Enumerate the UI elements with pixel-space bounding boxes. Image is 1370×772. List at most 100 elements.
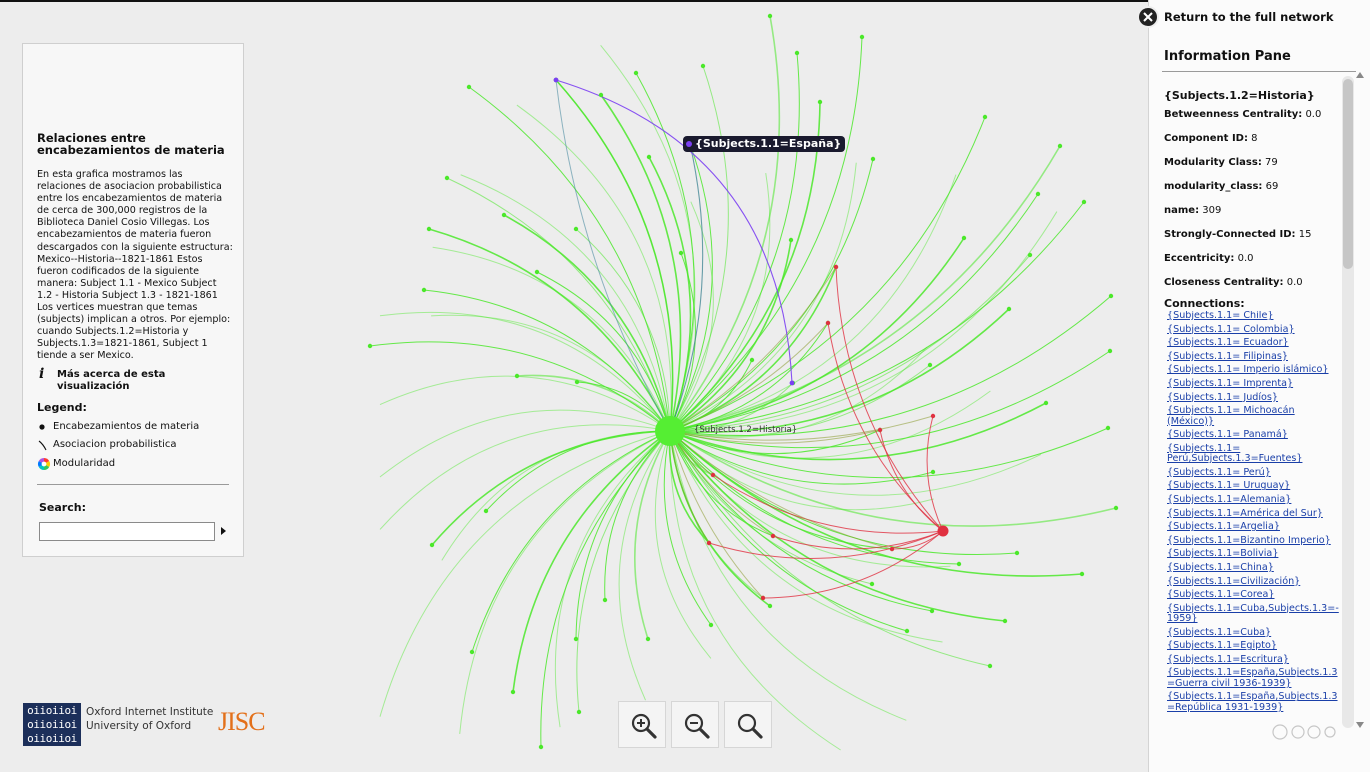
- close-button[interactable]: [1137, 6, 1159, 28]
- graph-node[interactable]: [534, 269, 540, 275]
- search-submit-arrow-icon[interactable]: [221, 527, 226, 535]
- graph-node[interactable]: [760, 595, 766, 601]
- connections-list[interactable]: {Subjects.1.1= Chile} {Subjects.1.1= Col…: [1167, 311, 1341, 731]
- connection-link[interactable]: {Subjects.1.1=Egipto}: [1167, 640, 1341, 651]
- graph-node[interactable]: [961, 235, 967, 241]
- graph-node[interactable]: [444, 175, 450, 181]
- graph-node[interactable]: [602, 597, 608, 603]
- scroll-down-icon[interactable]: [1356, 722, 1364, 728]
- connection-link[interactable]: {Subjects.1.1= Michoacán (México)}: [1167, 406, 1341, 427]
- connection-link[interactable]: {Subjects.1.1=Bolivia}: [1167, 548, 1341, 559]
- connection-link[interactable]: {Subjects.1.1= Panamá}: [1167, 429, 1341, 440]
- graph-node[interactable]: [869, 581, 875, 587]
- connection-link[interactable]: {Subjects.1.1=Cuba,Subjects.1.3=-1959}: [1167, 603, 1341, 625]
- graph-node[interactable]: [514, 373, 520, 379]
- graph-node[interactable]: [553, 77, 559, 83]
- graph-node[interactable]: [576, 709, 582, 715]
- graph-node[interactable]: [1035, 191, 1041, 197]
- connection-link[interactable]: {Subjects.1.1=Alemania}: [1167, 494, 1341, 505]
- connection-link[interactable]: {Subjects.1.1= Colombia}: [1167, 324, 1341, 335]
- connection-link[interactable]: {Subjects.1.1=España,Subjects.1.3=Repúbl…: [1167, 692, 1341, 713]
- connection-link[interactable]: {Subjects.1.1= Filipinas}: [1167, 351, 1341, 362]
- graph-node[interactable]: [426, 226, 432, 232]
- graph-node[interactable]: [510, 689, 516, 695]
- graph-node[interactable]: [930, 469, 936, 475]
- graph-node[interactable]: [633, 70, 639, 76]
- graph-node[interactable]: [794, 50, 800, 56]
- graph-node[interactable]: [889, 546, 895, 552]
- graph-node[interactable]: [1079, 571, 1085, 577]
- graph-node[interactable]: [1107, 348, 1113, 354]
- connection-link[interactable]: {Subjects.1.1=Argelia}: [1167, 521, 1341, 532]
- graph-node[interactable]: [429, 542, 435, 548]
- graph-node[interactable]: [987, 663, 993, 669]
- graph-node[interactable]: [1081, 199, 1087, 205]
- graph-node[interactable]: [573, 636, 579, 642]
- graph-node[interactable]: [678, 250, 684, 256]
- graph-node[interactable]: [1043, 400, 1049, 406]
- graph-node[interactable]: [877, 427, 883, 433]
- graph-node[interactable]: [501, 212, 507, 218]
- graph-node[interactable]: [1002, 618, 1008, 624]
- graph-node[interactable]: [859, 34, 865, 40]
- return-to-network-link[interactable]: Return to the full network: [1164, 10, 1334, 24]
- graph-node[interactable]: [1014, 550, 1020, 556]
- graph-node[interactable]: [788, 237, 794, 243]
- graph-node[interactable]: [1006, 306, 1012, 312]
- graph-node-hub-secondary[interactable]: [937, 525, 949, 537]
- connection-link[interactable]: {Subjects.1.1=Bizantino Imperio}: [1167, 535, 1341, 546]
- search-input[interactable]: [39, 522, 215, 541]
- graph-node[interactable]: [646, 154, 652, 160]
- graph-node[interactable]: [927, 362, 933, 368]
- connection-link[interactable]: {Subjects.1.1=China}: [1167, 562, 1341, 573]
- graph-node[interactable]: [706, 540, 712, 546]
- connection-link[interactable]: {Subjects.1.1= Perú}: [1167, 467, 1341, 478]
- connection-link[interactable]: {Subjects.1.1=España,Subjects.1.3=Guerra…: [1167, 668, 1341, 689]
- connection-link[interactable]: {Subjects.1.1=América del Sur}: [1167, 508, 1341, 519]
- scroll-up-icon[interactable]: [1356, 72, 1364, 78]
- graph-node[interactable]: [645, 636, 651, 642]
- graph-node[interactable]: [483, 508, 489, 514]
- graph-node[interactable]: [538, 744, 544, 750]
- graph-node[interactable]: [1057, 143, 1063, 149]
- graph-node[interactable]: [749, 357, 755, 363]
- graph-node[interactable]: [930, 413, 936, 419]
- scrollbar-thumb[interactable]: [1343, 79, 1353, 269]
- zoom-reset-button[interactable]: [724, 701, 772, 748]
- graph-node[interactable]: [1027, 252, 1033, 258]
- connection-link[interactable]: {Subjects.1.1= Imperio islámico}: [1167, 364, 1341, 375]
- connection-link[interactable]: {Subjects.1.1=Civilización}: [1167, 576, 1341, 587]
- connection-link[interactable]: {Subjects.1.1= Ecuador}: [1167, 337, 1341, 348]
- connection-link[interactable]: {Subjects.1.1= Imprenta}: [1167, 378, 1341, 389]
- graph-node[interactable]: [573, 226, 579, 232]
- connection-link[interactable]: {Subjects.1.1= Uruguay}: [1167, 480, 1341, 491]
- graph-node[interactable]: [956, 561, 962, 567]
- graph-node[interactable]: [767, 13, 773, 19]
- connection-link[interactable]: {Subjects.1.1=Corea}: [1167, 589, 1341, 600]
- graph-node[interactable]: [574, 379, 580, 385]
- graph-node[interactable]: [904, 628, 910, 634]
- graph-node[interactable]: [767, 603, 773, 609]
- graph-node[interactable]: [817, 99, 823, 105]
- graph-node[interactable]: [469, 649, 475, 655]
- graph-node-hub[interactable]: [655, 416, 685, 446]
- graph-node[interactable]: [598, 92, 604, 98]
- connection-link[interactable]: {Subjects.1.1= Judíos}: [1167, 392, 1341, 403]
- graph-node[interactable]: [708, 622, 714, 628]
- graph-node[interactable]: [789, 380, 795, 386]
- graph-node[interactable]: [421, 287, 427, 293]
- graph-node[interactable]: [1105, 425, 1111, 431]
- graph-node[interactable]: [1108, 293, 1114, 299]
- graph-node[interactable]: [466, 84, 472, 90]
- connection-link[interactable]: {Subjects.1.1= Chile}: [1167, 311, 1341, 321]
- connection-link[interactable]: {Subjects.1.1= Perú,Subjects.1.3=Fuentes…: [1167, 443, 1341, 465]
- graph-node[interactable]: [367, 343, 373, 349]
- graph-node[interactable]: [870, 156, 876, 162]
- graph-node[interactable]: [825, 320, 831, 326]
- connection-link[interactable]: {Subjects.1.1=Escritura}: [1167, 654, 1341, 665]
- zoom-in-button[interactable]: [618, 701, 666, 748]
- connection-link[interactable]: {Subjects.1.1=Cuba}: [1167, 627, 1341, 638]
- graph-node[interactable]: [700, 63, 706, 69]
- graph-node[interactable]: [770, 533, 776, 539]
- graph-node[interactable]: [1113, 505, 1119, 511]
